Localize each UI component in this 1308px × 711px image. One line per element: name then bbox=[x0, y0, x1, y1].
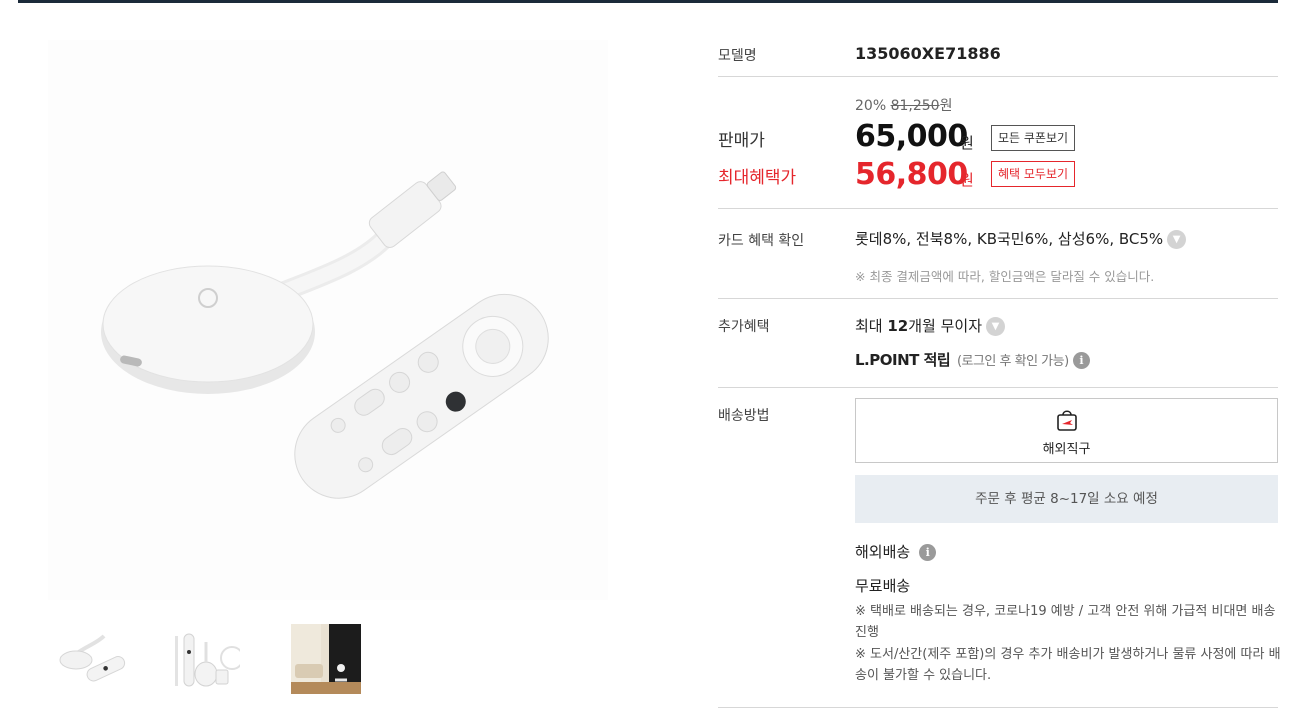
thumbnail-3[interactable] bbox=[291, 624, 361, 694]
view-all-coupons-button[interactable]: 모든 쿠폰보기 bbox=[991, 125, 1076, 151]
shipping-method-label: 해외직구 bbox=[1042, 442, 1091, 457]
lpoint-sub: (로그인 후 확인 가능) bbox=[956, 354, 1069, 369]
info-icon[interactable]: i bbox=[919, 544, 937, 561]
chevron-down-icon[interactable]: ▼ bbox=[1167, 230, 1187, 249]
card-benefit-value[interactable]: 롯데8%, 전북8%, KB국민6%, 삼성6%, BC5% ▼ bbox=[855, 228, 1187, 249]
delivery-estimate: 주문 후 평균 8~17일 소요 예정 bbox=[855, 475, 1278, 523]
shopping-bag-icon bbox=[1057, 410, 1077, 431]
discount-rate: 20% bbox=[855, 98, 887, 114]
price-row: 20% 81,250원 판매가 65,000 원 모든 쿠폰보기 최대혜택가 5… bbox=[718, 77, 1278, 209]
shipping-note-1: ※ 택배로 배송되는 경우, 코로나19 예방 / 고객 안전 위해 가급적 비… bbox=[855, 604, 1276, 640]
view-all-benefits-button[interactable]: 혜택 모두보기 bbox=[991, 161, 1076, 187]
thumbnail-2[interactable] bbox=[170, 624, 244, 694]
card-benefit-note: ※ 최종 결제금액에 따라, 할인금액은 달라질 수 있습니다. bbox=[855, 269, 1155, 284]
max-benefit-price-currency: 원 bbox=[960, 171, 974, 189]
original-price-value: 81,250 bbox=[890, 98, 940, 114]
model-number: 135060XE71886 bbox=[855, 44, 1001, 63]
top-divider bbox=[18, 0, 1278, 3]
shipping-fee: 무료배송 bbox=[855, 577, 911, 595]
max-benefit-price: 56,800 bbox=[855, 157, 968, 192]
original-price-unit: 원 bbox=[939, 98, 953, 114]
sale-price: 65,000 bbox=[855, 119, 968, 154]
model-row: 모델명 135060XE71886 bbox=[718, 36, 1278, 77]
product-main-image[interactable] bbox=[48, 40, 608, 600]
chevron-down-icon[interactable]: ▼ bbox=[986, 317, 1006, 336]
installment-info[interactable]: 최대 12개월 무이자 ▼ bbox=[855, 315, 1006, 336]
sale-price-currency: 원 bbox=[960, 134, 974, 152]
max-benefit-price-label: 최대혜택가 bbox=[718, 168, 797, 188]
installment-prefix: 최대 bbox=[855, 317, 888, 335]
thumbnail-1[interactable] bbox=[56, 624, 126, 694]
extra-benefit-row: 추가혜택 최대 12개월 무이자 ▼ L.POINT 적립 (로그인 후 확인 가… bbox=[718, 299, 1278, 388]
overseas-shipping: 해외배송 i bbox=[855, 541, 937, 562]
model-label: 모델명 bbox=[718, 48, 757, 64]
shipping-label: 배송방법 bbox=[718, 408, 770, 424]
installment-months: 12 bbox=[887, 317, 909, 335]
sale-price-label: 판매가 bbox=[718, 131, 765, 151]
info-icon[interactable]: i bbox=[1072, 352, 1090, 369]
overseas-shipping-label: 해외배송 bbox=[855, 543, 911, 561]
card-benefit-label: 카드 혜택 확인 bbox=[718, 233, 805, 249]
shipping-method-option[interactable]: 해외직구 bbox=[855, 398, 1278, 463]
lpoint-label: L.POINT 적립 bbox=[855, 351, 951, 369]
shipping-note-2: ※ 도서/산간(제주 포함)의 경우 추가 배송비가 발생하거나 물류 사정에 … bbox=[855, 647, 1281, 683]
card-benefit-row: 카드 혜택 확인 롯데8%, 전북8%, KB국민6%, 삼성6%, BC5% ▼… bbox=[718, 209, 1278, 299]
shipping-row: 배송방법 해외직구 주문 후 평균 8~17일 소요 예정 해외배송 i 무료배송… bbox=[718, 388, 1281, 708]
extra-benefit-label: 추가혜택 bbox=[718, 319, 770, 335]
original-price: 20% 81,250원 bbox=[855, 95, 952, 115]
card-benefit-text: 롯데8%, 전북8%, KB국민6%, 삼성6%, BC5% bbox=[855, 230, 1164, 248]
installment-suffix: 개월 무이자 bbox=[908, 317, 983, 335]
lpoint-info: L.POINT 적립 (로그인 후 확인 가능) i bbox=[855, 349, 1090, 370]
